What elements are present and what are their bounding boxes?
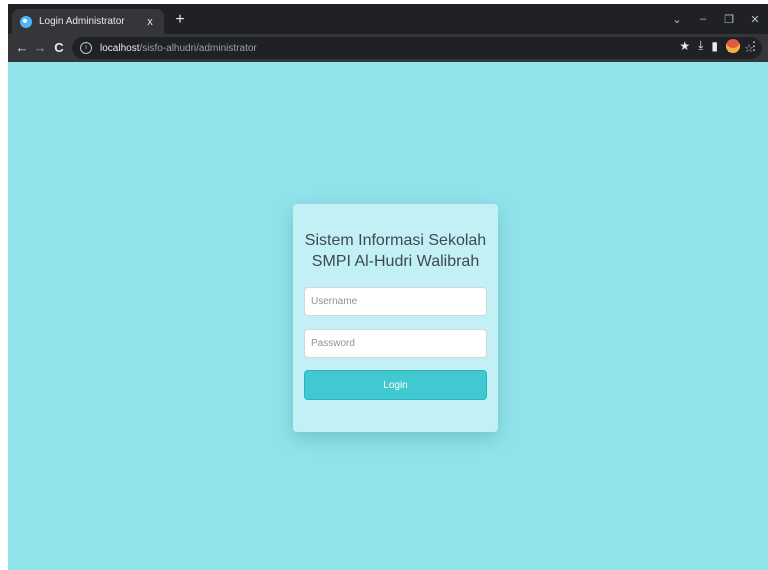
forward-button[interactable]: → [30,38,50,58]
url-path: /sisfo-alhudri/administrator [139,42,257,54]
login-button[interactable]: Login [304,370,487,400]
toolbar-extensions: ★ ⤓ ▮ ⋮ [679,38,760,53]
download-icon[interactable]: ⤓ [698,38,703,53]
tab-strip: Login Administrator x + ⌄ – ❐ ✕ [8,4,768,34]
title-line-1: Sistem Informasi Sekolah [304,232,487,249]
url-text[interactable]: localhost/sisfo-alhudri/administrator [100,43,257,54]
tab-search-icon[interactable]: ⌄ [664,13,690,26]
page-viewport: Sistem Informasi Sekolah SMPI Al-Hudri W… [8,62,768,570]
menu-icon[interactable]: ⋮ [748,39,760,53]
url-host: localhost [100,42,140,54]
minimize-button[interactable]: – [690,13,716,25]
window-controls: ⌄ – ❐ ✕ [664,4,768,34]
browser-window: Login Administrator x + ⌄ – ❐ ✕ ← → C i … [8,4,768,570]
extensions-icon[interactable]: ★ [679,39,690,53]
back-button[interactable]: ← [12,38,32,58]
tab-title: Login Administrator [39,16,125,27]
address-bar[interactable]: i localhost/sisfo-alhudri/administrator … [72,37,762,59]
side-panel-icon[interactable]: ▮ [711,39,718,53]
reload-button[interactable]: C [49,38,69,58]
browser-tab[interactable]: Login Administrator x [12,9,164,34]
favicon-icon [20,15,32,28]
login-title: Sistem Informasi Sekolah SMPI Al-Hudri W… [304,230,487,272]
info-icon[interactable]: i [80,42,92,54]
tab-close-icon[interactable]: x [144,16,156,28]
username-input[interactable] [304,287,487,316]
title-line-2: SMPI Al-Hudri Walibrah [311,253,480,270]
login-card: Sistem Informasi Sekolah SMPI Al-Hudri W… [293,204,498,432]
new-tab-button[interactable]: + [170,10,190,30]
profile-avatar-icon[interactable] [726,38,740,53]
browser-toolbar: ← → C i localhost/sisfo-alhudri/administ… [8,34,768,62]
password-input[interactable] [304,329,487,358]
close-window-button[interactable]: ✕ [742,13,768,26]
restore-button[interactable]: ❐ [716,13,742,26]
